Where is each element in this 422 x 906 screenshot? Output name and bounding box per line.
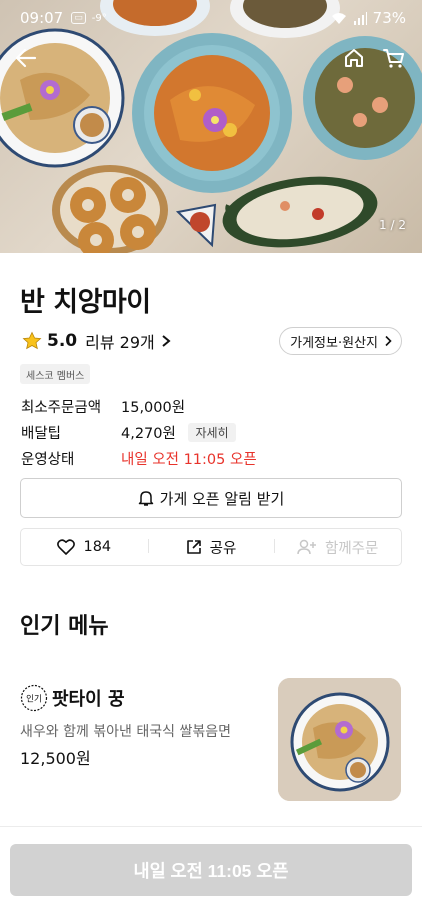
back-button[interactable] — [10, 42, 42, 74]
min-order-value: 15,000원 — [121, 400, 186, 416]
rating-row[interactable]: 5.0 리뷰 29개 — [22, 328, 171, 354]
delivery-tip-detail-button[interactable]: 자세히 — [188, 423, 236, 442]
arrow-left-icon — [15, 48, 37, 68]
home-button[interactable] — [338, 42, 370, 74]
shop-name: 반 치앙마이 — [20, 287, 151, 318]
cesco-badge: 세스코 멤버스 — [20, 364, 91, 384]
menu-item-price: 12,500원 — [20, 749, 91, 768]
cart-button[interactable] — [378, 42, 410, 74]
chevron-right-icon — [162, 335, 171, 347]
operating-status-value: 내일 오전 11:05 오픈 — [121, 452, 257, 468]
status-bar: 09:07 ▭ -9° 73% — [0, 0, 422, 36]
shop-info-button[interactable]: 가게정보·원산지 — [279, 327, 402, 355]
popular-badge-text: 인기 — [26, 694, 42, 705]
battery-percent: 73% — [372, 9, 406, 27]
group-order-label: 함께주문 — [324, 540, 379, 557]
home-icon — [345, 49, 363, 67]
share-button[interactable]: 공유 — [147, 537, 275, 558]
operating-status-label: 운영상태 — [21, 452, 75, 468]
menu-item[interactable]: 인기 팟타이 꿍 새우와 함께 볶아낸 태국식 쌀볶음면 12,500원 — [0, 676, 422, 806]
like-count: 184 — [83, 539, 112, 555]
add-person-icon — [297, 539, 316, 555]
min-order-row: 최소주문금액 15,000원 — [21, 396, 185, 417]
menu-item-name: 팟타이 꿍 — [52, 689, 125, 710]
open-notification-button[interactable]: 가게 오픈 알림 받기 — [20, 478, 402, 518]
min-order-label: 최소주문금액 — [21, 400, 102, 416]
open-notification-label: 가게 오픈 알림 받기 — [159, 489, 285, 508]
popular-menu-title: 인기 메뉴 — [20, 614, 109, 639]
heart-icon — [57, 539, 76, 555]
rating-score: 5.0 — [47, 331, 78, 351]
notification-icon: ▭ — [71, 12, 86, 24]
bell-icon — [138, 491, 153, 506]
delivery-tip-label: 배달팁 — [21, 426, 62, 442]
like-button[interactable]: 184 — [21, 539, 148, 555]
shop-info-label: 가게정보·원산지 — [290, 335, 378, 351]
status-extra: -9° — [91, 12, 107, 24]
food-photo — [0, 0, 422, 253]
image-pager: 1 / 2 — [379, 218, 406, 232]
screen: 09:07 ▭ -9° 73% 1 / 2 반 치앙마이 5.0 리뷰 29개 … — [0, 0, 422, 906]
operating-status-row: 운영상태 내일 오전 11:05 오픈 — [21, 448, 257, 469]
bottom-bar: 내일 오전 11:05 오픈 — [0, 830, 422, 906]
share-label: 공유 — [209, 540, 237, 557]
popular-badge-icon: 인기 — [20, 684, 48, 712]
hero-image[interactable]: 09:07 ▭ -9° 73% 1 / 2 — [0, 0, 422, 253]
star-icon — [22, 331, 42, 350]
signal-icon — [353, 11, 367, 25]
divider — [0, 826, 422, 827]
review-count[interactable]: 리뷰 29개 — [85, 329, 155, 353]
action-bar: 184 공유 함께주문 — [20, 528, 402, 566]
chevron-right-icon — [385, 335, 392, 347]
menu-item-image[interactable] — [278, 678, 401, 801]
delivery-tip-value: 4,270원 — [121, 426, 176, 442]
menu-item-description: 새우와 함께 볶아낸 태국식 쌀볶음면 — [20, 724, 231, 740]
status-time: 09:07 — [20, 9, 64, 27]
pad-thai-photo — [278, 678, 401, 801]
wifi-icon — [331, 12, 346, 24]
cart-icon — [383, 49, 404, 68]
order-button[interactable]: 내일 오전 11:05 오픈 — [10, 844, 412, 896]
group-order-button[interactable]: 함께주문 — [274, 537, 401, 558]
share-icon — [186, 540, 201, 554]
delivery-tip-row: 배달팁 4,270원 자세히 — [21, 422, 236, 443]
